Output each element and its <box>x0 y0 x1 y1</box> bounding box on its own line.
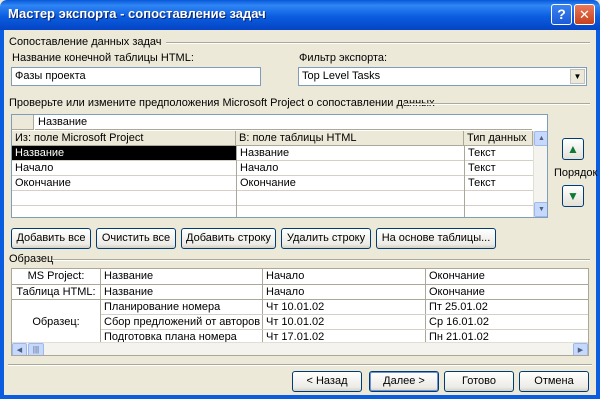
preview-ms-col-1: Название <box>104 270 154 282</box>
scroll-down-icon[interactable]: ▼ <box>534 202 547 217</box>
grid-line <box>12 284 588 285</box>
window-frame-right <box>596 30 600 399</box>
preview-sample-1-finish: Пт 25.01.02 <box>429 301 488 313</box>
close-button[interactable]: ✕ <box>574 4 595 25</box>
scroll-left-icon[interactable]: ◀ <box>12 343 27 355</box>
preview-sample-1-name: Планирование номера <box>104 301 221 313</box>
preview-html-col-3: Окончание <box>429 286 485 298</box>
next-button[interactable]: Далее > <box>369 371 439 392</box>
hscroll-thumb[interactable]: ||| <box>28 343 44 355</box>
mapping-grid-vscrollbar[interactable]: ▲ ▼ <box>533 131 547 217</box>
mapping-row-3-dest[interactable]: Окончание <box>237 176 464 191</box>
preview-divider <box>52 259 590 261</box>
dest-table-input[interactable]: Фазы проекта <box>11 67 261 86</box>
clear-all-button[interactable]: Очистить все <box>96 228 176 249</box>
finish-button[interactable]: Готово <box>444 371 514 392</box>
grid-line <box>12 175 533 176</box>
mapping-row-1-type[interactable]: Текст <box>465 146 533 161</box>
delete-row-button[interactable]: Удалить строку <box>281 228 371 249</box>
dest-table-label: Название конечной таблицы HTML: <box>12 52 194 64</box>
move-down-button[interactable]: ▼ <box>562 185 584 207</box>
chevron-down-icon[interactable]: ▼ <box>570 69 585 84</box>
mapping-grid[interactable]: Название Из: поле Microsoft Project В: п… <box>11 114 548 218</box>
preview-sample-2-start: Чт 10.01.02 <box>266 316 325 328</box>
grid-line <box>425 269 426 343</box>
move-up-button[interactable]: ▲ <box>562 138 584 160</box>
grid-line <box>236 146 237 217</box>
export-filter-label: Фильтр экспорта: <box>299 52 388 64</box>
preview-ms-col-3: Окончание <box>429 270 485 282</box>
preview-row-ms-project-label: MS Project: <box>27 270 85 282</box>
mapping-row-3-type[interactable]: Текст <box>465 176 533 191</box>
mapping-row-2-source[interactable]: Начало <box>12 161 236 176</box>
preview-row-html-label: Таблица HTML: <box>16 286 96 298</box>
col-header-type[interactable]: Тип данных <box>464 131 533 146</box>
preview-sample-1-start: Чт 10.01.02 <box>266 301 325 313</box>
mapping-row-2-dest[interactable]: Начало <box>237 161 464 176</box>
grid-line <box>101 329 588 330</box>
title-bar[interactable]: Мастер экспорта - сопоставление задач ? … <box>0 0 600 30</box>
grid-line <box>100 269 101 343</box>
export-wizard-window: Мастер экспорта - сопоставление задач ? … <box>0 0 600 399</box>
grid-line <box>464 146 465 217</box>
verify-divider <box>404 103 590 105</box>
from-table-button[interactable]: На основе таблицы... <box>376 228 496 249</box>
order-label: Порядок <box>554 167 598 179</box>
section-divider <box>166 42 590 44</box>
window-frame-bottom <box>0 395 600 399</box>
preview-grid: MS Project: Название Начало Окончание Та… <box>11 268 589 356</box>
col-header-source[interactable]: Из: поле Microsoft Project <box>12 131 236 146</box>
footer-divider <box>8 364 592 366</box>
edit-row-corner <box>12 115 34 130</box>
preview-html-col-2: Начало <box>266 286 305 298</box>
grid-line <box>12 299 588 300</box>
help-button[interactable]: ? <box>551 4 572 25</box>
grid-line <box>262 269 263 343</box>
mapping-row-3-source[interactable]: Окончание <box>12 176 236 191</box>
grid-line <box>12 205 533 206</box>
preview-hscrollbar[interactable]: ◀ ||| ▶ <box>12 342 588 355</box>
preview-row-sample-label: Образец: <box>32 316 80 328</box>
mapping-row-2-type[interactable]: Текст <box>465 161 533 176</box>
window-title: Мастер экспорта - сопоставление задач <box>8 6 266 21</box>
preview-sample-2-finish: Ср 16.01.02 <box>429 316 489 328</box>
preview-sample-2-name: Сбор предложений от авторов <box>104 316 261 328</box>
scroll-right-icon[interactable]: ▶ <box>573 343 588 355</box>
export-filter-select[interactable]: Top Level Tasks ▼ <box>298 67 587 86</box>
mapping-row-1-dest[interactable]: Название <box>237 146 464 161</box>
back-button[interactable]: < Назад <box>292 371 362 392</box>
grid-line <box>12 160 533 161</box>
grid-line <box>12 190 533 191</box>
section-task-mapping-label: Сопоставление данных задач <box>9 36 162 48</box>
preview-label: Образец <box>9 253 54 265</box>
cancel-button[interactable]: Отмена <box>519 371 589 392</box>
export-filter-value: Top Level Tasks <box>302 70 381 82</box>
verify-mapping-label: Проверьте или измените предположения Mic… <box>9 97 435 109</box>
cell-edit-input[interactable]: Название <box>35 115 532 130</box>
preview-ms-col-2: Начало <box>266 270 305 282</box>
col-header-dest[interactable]: В: поле таблицы HTML <box>236 131 464 146</box>
add-row-button[interactable]: Добавить строку <box>181 228 276 249</box>
mapping-row-1-source[interactable]: Название <box>12 146 236 161</box>
window-frame-left <box>0 30 4 399</box>
add-all-button[interactable]: Добавить все <box>11 228 91 249</box>
preview-html-col-1: Название <box>104 286 154 298</box>
scroll-up-icon[interactable]: ▲ <box>534 131 547 146</box>
grid-line <box>101 314 588 315</box>
